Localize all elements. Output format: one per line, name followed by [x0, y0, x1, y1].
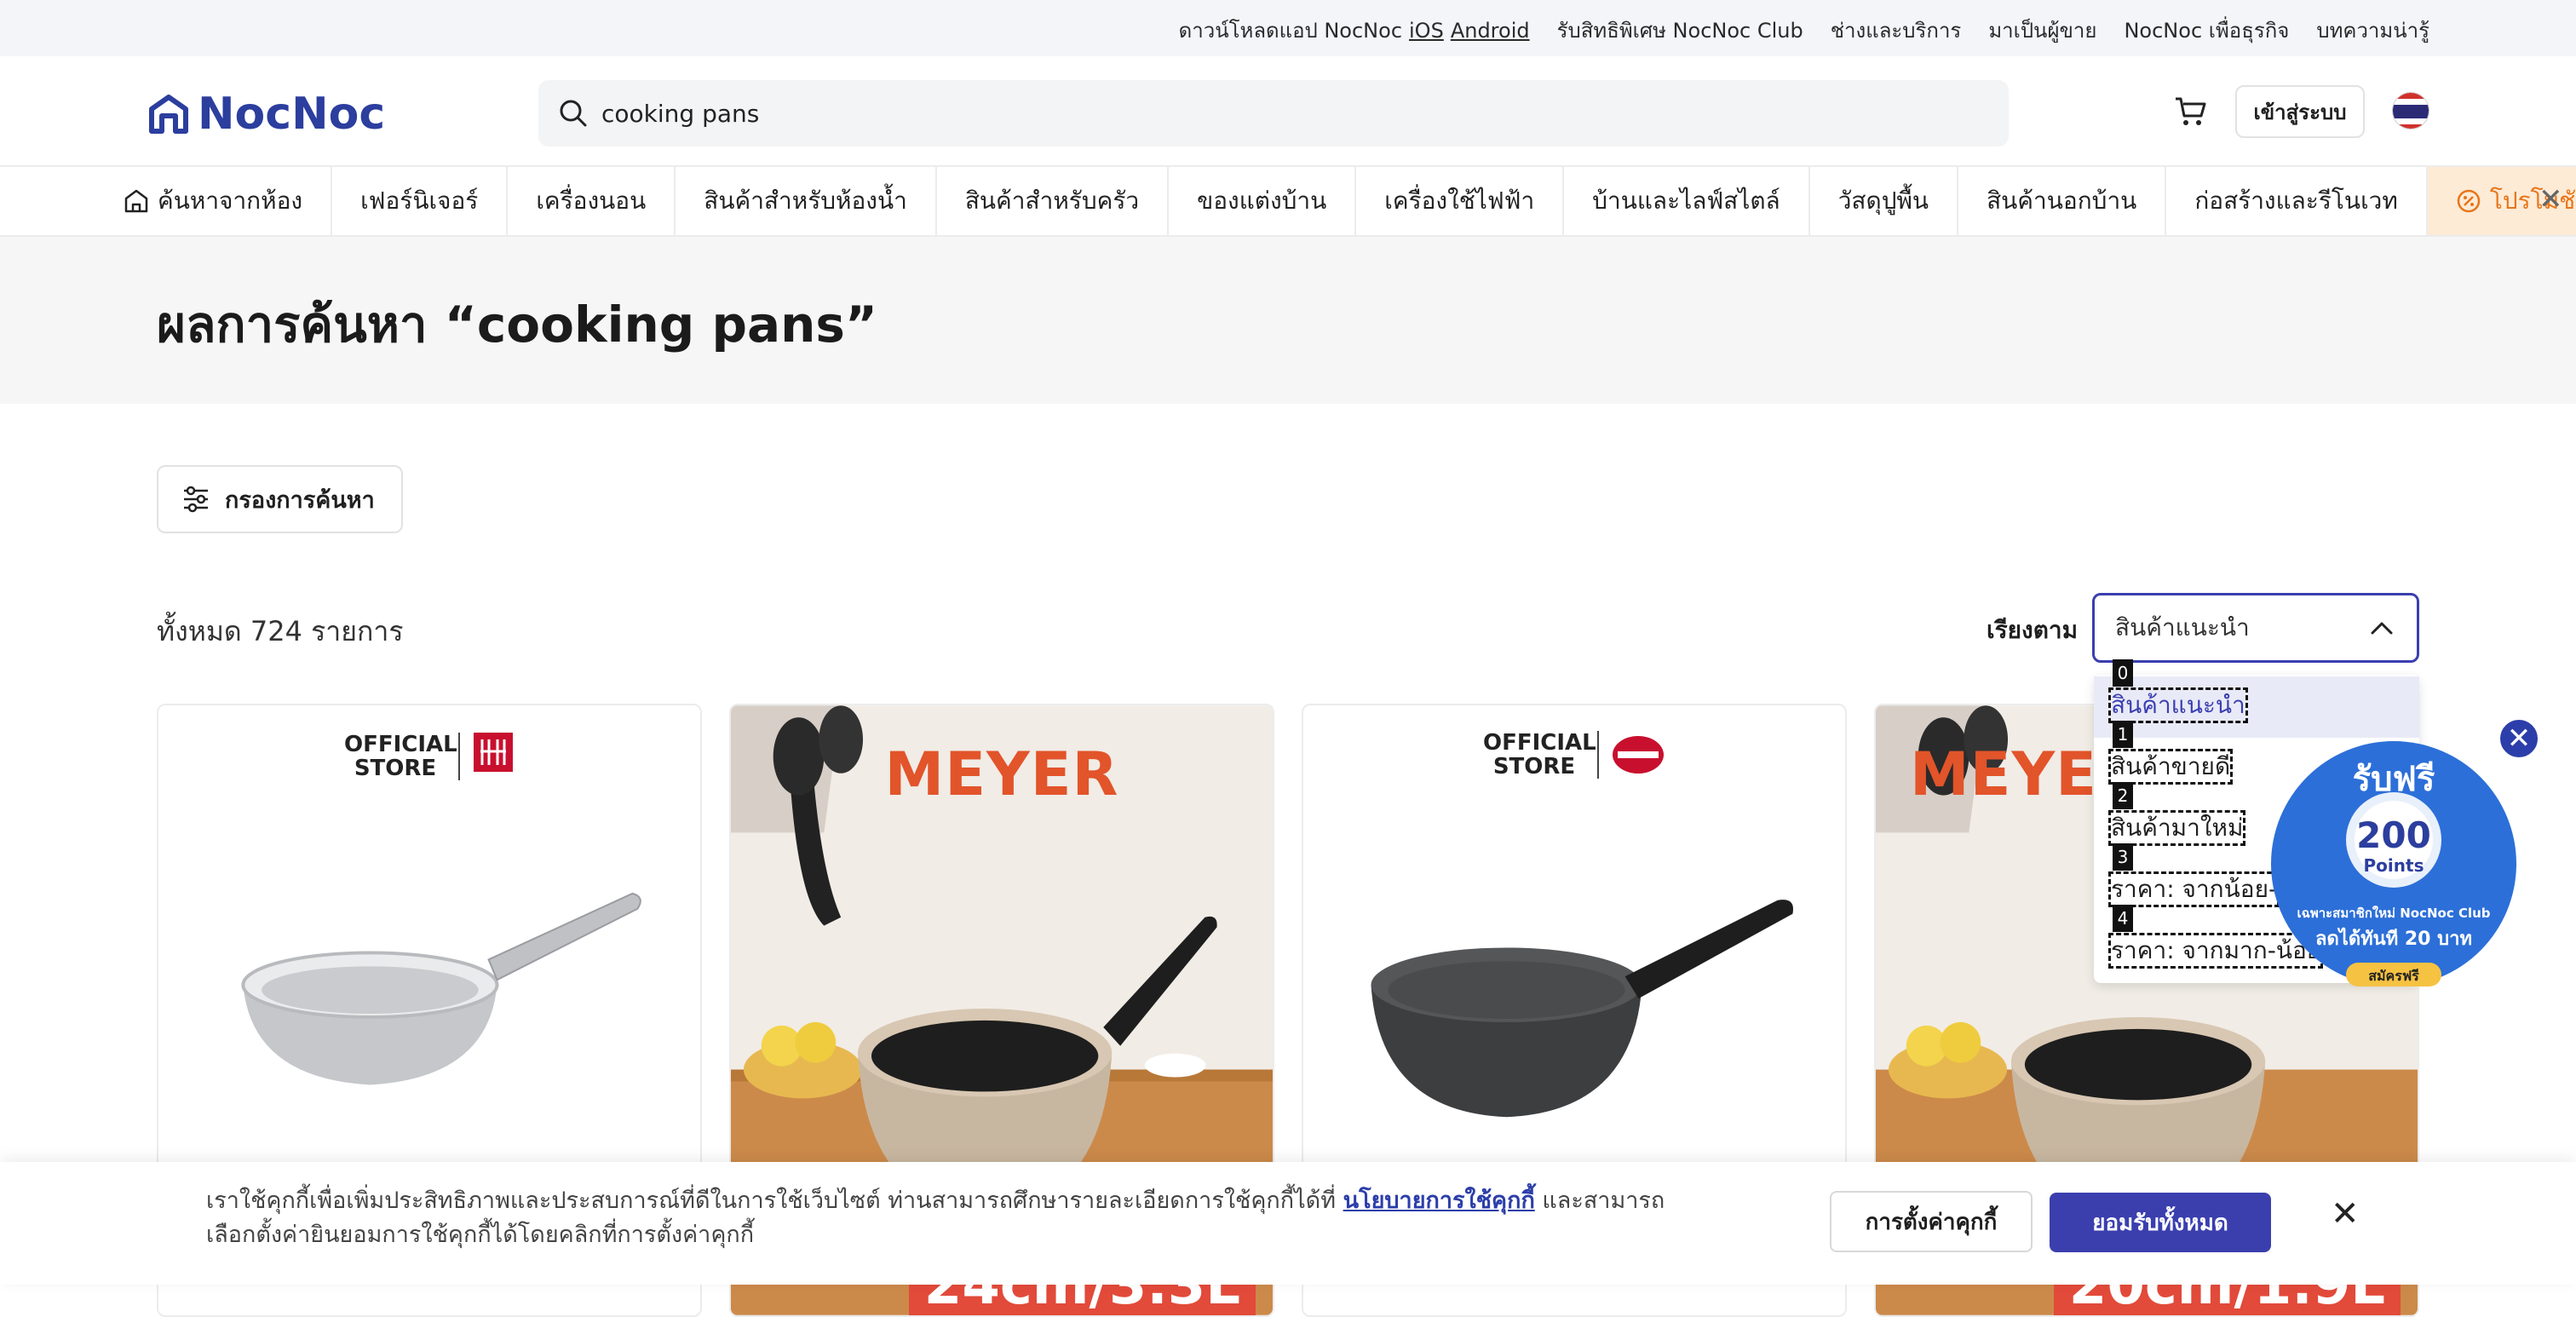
promo-points-value: 200: [2356, 814, 2431, 856]
sort-label: เรียงตาม: [1987, 616, 2079, 644]
meyer-brand-logo: MEYER: [884, 739, 1119, 809]
option-index-tag: 2: [2113, 782, 2133, 809]
category-decor[interactable]: ของแต่งบ้าน: [1169, 167, 1357, 235]
promo-sub1: เฉพาะสมาชิกใหม่ NocNoc Club: [2297, 906, 2491, 921]
filter-button[interactable]: กรองการค้นหา: [157, 465, 403, 533]
cookie-text: เราใช้คุกกี้เพื่อเพิ่มประสิทธิภาพและประส…: [206, 1188, 1665, 1248]
ios-link[interactable]: iOS: [1409, 19, 1444, 43]
logo-house-icon: [149, 95, 188, 134]
search-icon: [560, 100, 587, 127]
sort-option-newest[interactable]: สินค้ามาใหม่: [2107, 810, 2246, 846]
cookie-banner: เราใช้คุกกี้เพื่อเพิ่มประสิทธิภาพและประส…: [0, 1162, 2576, 1285]
category-bathroom[interactable]: สินค้าสำหรับห้องน้ำ: [676, 167, 937, 235]
category-kitchen[interactable]: สินค้าสำหรับครัว: [937, 167, 1170, 235]
promo-sub2: ลดได้ทันที 20 บาท: [2315, 929, 2472, 950]
download-app-link[interactable]: ดาวน์โหลดแอป NocNoc iOS Android: [1179, 14, 1530, 47]
promo-cta[interactable]: สมัครฟรี: [2346, 966, 2441, 987]
top-utility-bar: ดาวน์โหลดแอป NocNoc iOS Android รับสิทธิพิ…: [0, 0, 2576, 56]
category-bedding[interactable]: เครื่องนอน: [508, 167, 676, 235]
login-button[interactable]: เข้าสู่ระบบ: [2235, 85, 2365, 138]
promo-points-label: Points: [2363, 855, 2424, 876]
search-results-header: ผลการค้นหา “cooking pans”: [0, 237, 2576, 404]
club-promo-bubble[interactable]: รับฟรี 200 Points เฉพาะสมาชิกใหม่ NocNoc…: [2269, 739, 2518, 988]
accept-all-button[interactable]: ยอมรับทั้งหมด: [2050, 1193, 2271, 1252]
sort-select[interactable]: สินค้าแนะนำ: [2092, 593, 2419, 663]
page-title: ผลการค้นหา “cooking pans”: [157, 296, 878, 354]
results-count: ทั้งหมด 724 รายการ: [157, 615, 404, 647]
search-bar[interactable]: cooking pans: [538, 80, 2009, 147]
option-index-tag: 1: [2113, 721, 2133, 748]
category-items: ค้นหาจากห้อง เฟอร์นิเจอร์ เครื่องนอน สิน…: [95, 167, 2576, 235]
category-flooring[interactable]: วัสดุปูพื้น: [1810, 167, 1959, 235]
chevron-up-icon: [2371, 622, 2393, 635]
sort-option-price-asc[interactable]: ราคา: จากน้อย-: [2107, 871, 2280, 907]
android-link[interactable]: Android: [1451, 19, 1530, 43]
business-link[interactable]: NocNoc เพื่อธุรกิจ: [2124, 14, 2289, 47]
category-by-room[interactable]: ค้นหาจากห้อง: [95, 167, 333, 235]
option-index-tag: 4: [2113, 905, 2133, 932]
category-furniture[interactable]: เฟอร์นิเจอร์: [332, 167, 509, 235]
cart-icon: [2176, 97, 2206, 125]
category-appliances[interactable]: เครื่องใช้ไฟฟ้า: [1356, 167, 1565, 235]
nocnoc-logo[interactable]: NocNoc: [147, 89, 385, 140]
main-header: NocNoc cooking pans เข้าสู่ระบบ: [0, 56, 2576, 167]
search-input[interactable]: cooking pans: [601, 100, 759, 128]
option-index-tag: 0: [2113, 659, 2133, 687]
utility-links: ดาวน์โหลดแอป NocNoc iOS Android รับสิทธิพิ…: [1179, 14, 2429, 47]
services-link[interactable]: ช่างและบริการ: [1831, 14, 1962, 47]
cookie-settings-button[interactable]: การตั้งค่าคุกกี้: [1830, 1191, 2033, 1252]
cookie-policy-link[interactable]: นโยบายการใช้คุกกี้: [1343, 1188, 1535, 1214]
category-home-lifestyle[interactable]: บ้านและไลฟ์สไตล์: [1564, 167, 1810, 235]
option-index-tag: 3: [2113, 843, 2133, 871]
promo-headline: รับฟรี: [2352, 760, 2435, 799]
filter-sliders-icon: [184, 486, 208, 513]
category-construction[interactable]: ก่อสร้างและรีโนเวท: [2166, 167, 2428, 235]
cart-button[interactable]: [2174, 95, 2206, 131]
cookie-close-icon[interactable]: ✕: [2331, 1194, 2360, 1234]
category-outdoor[interactable]: สินค้านอกบ้าน: [1958, 167, 2167, 235]
promo-badge-icon: [2457, 189, 2481, 213]
club-link[interactable]: รับสิทธิพิเศษ NocNoc Club: [1557, 14, 1803, 47]
home-icon: [124, 189, 148, 213]
seller-link[interactable]: มาเป็นผู้ขาย: [1988, 14, 2096, 47]
sort-option-recommended[interactable]: สินค้าแนะนำ: [2108, 687, 2248, 723]
sort-option-best-selling[interactable]: สินค้าขายดี: [2107, 749, 2234, 785]
nav-close-icon[interactable]: ✕: [2539, 182, 2563, 216]
category-nav: ค้นหาจากห้อง เฟอร์นิเจอร์ เครื่องนอน สิน…: [0, 167, 2576, 237]
articles-link[interactable]: บทความน่ารู้: [2316, 14, 2429, 47]
promo-close-icon[interactable]: ✕: [2498, 717, 2540, 760]
thai-flag-icon[interactable]: [2392, 92, 2429, 129]
